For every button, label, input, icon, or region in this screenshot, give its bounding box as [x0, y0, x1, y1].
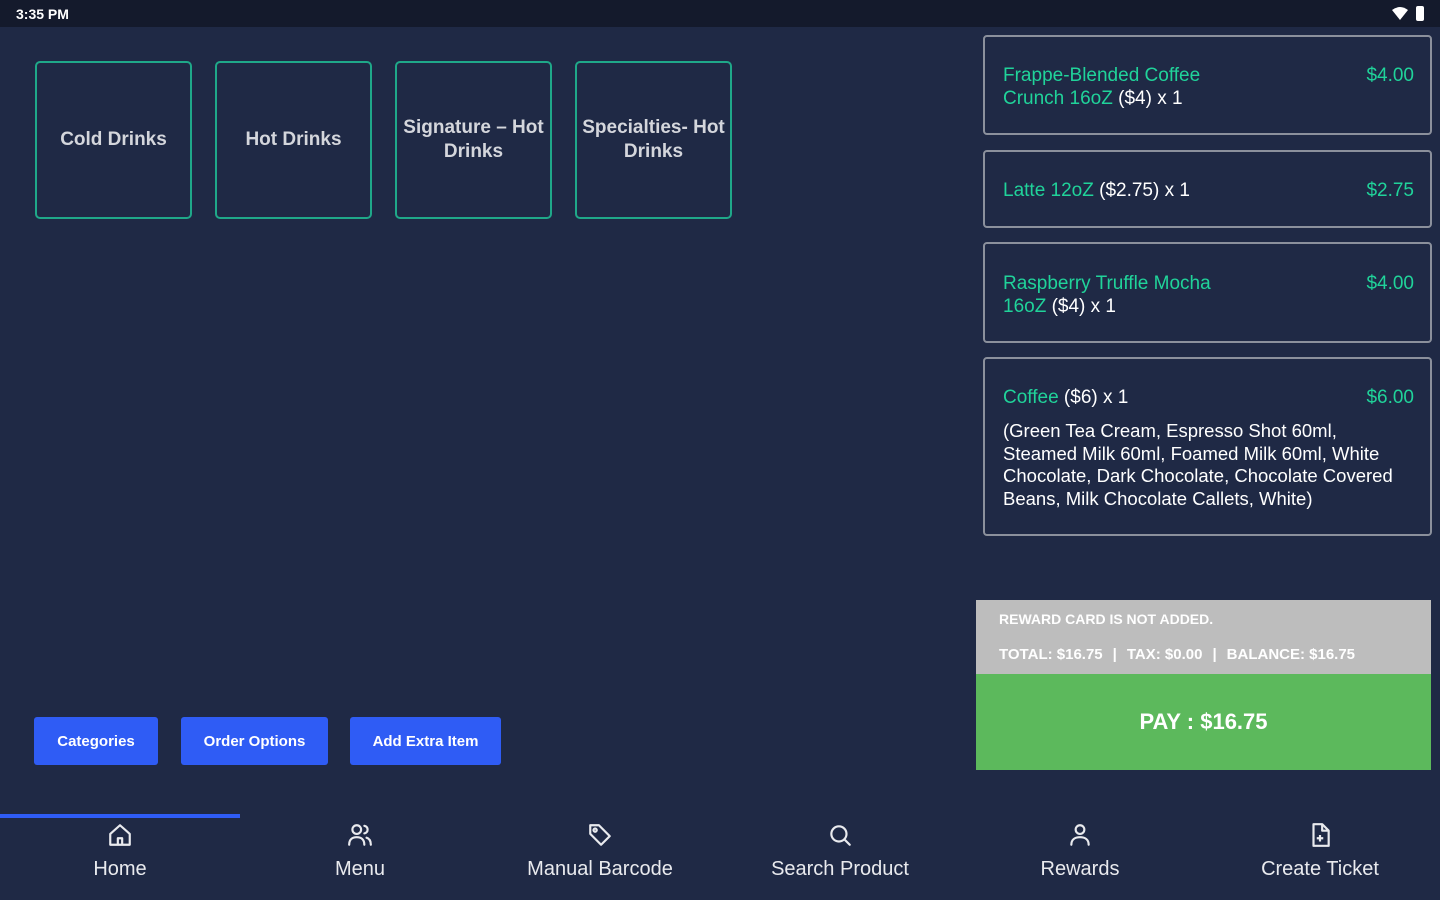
- order-item-price: $6.00: [1366, 387, 1414, 408]
- order-item-price: $2.75: [1366, 180, 1414, 201]
- nav-label: Search Product: [771, 858, 909, 880]
- add-extra-item-button[interactable]: Add Extra Item: [350, 717, 501, 765]
- order-item-title: Coffee ($6) x 1: [1003, 386, 1128, 409]
- nav-rewards[interactable]: Rewards: [960, 814, 1200, 900]
- category-cold-drinks[interactable]: Cold Drinks: [35, 61, 192, 219]
- order-item-qty: ($2.75) x 1: [1093, 180, 1190, 201]
- category-specialties-hot-drinks[interactable]: Specialties- Hot Drinks: [575, 61, 732, 219]
- nav-manual-barcode[interactable]: Manual Barcode: [480, 814, 720, 900]
- order-item-row: Frappe-Blended Coffee Crunch 16oZ ($4) x…: [1003, 64, 1414, 110]
- order-item-price: $4.00: [1366, 65, 1414, 86]
- category-hot-drinks[interactable]: Hot Drinks: [215, 61, 372, 219]
- nav-label: Home: [93, 858, 147, 880]
- order-item-row: Latte 12oZ ($2.75) x 1 $2.75: [1003, 179, 1414, 202]
- separator: |: [1112, 646, 1117, 663]
- order-options-button[interactable]: Order Options: [181, 717, 328, 765]
- category-signature-hot-drinks[interactable]: Signature – Hot Drinks: [395, 61, 552, 219]
- balance-amount: BALANCE: $16.75: [1226, 646, 1356, 663]
- category-label: Signature – Hot Drinks: [403, 117, 544, 162]
- category-label: Cold Drinks: [60, 129, 167, 150]
- order-item-name: Coffee: [1003, 387, 1059, 408]
- bottom-nav: Home Menu Manual Barcode Search Product …: [0, 814, 1440, 900]
- home-icon: [109, 824, 131, 846]
- status-time: 3:35 PM: [16, 5, 69, 22]
- order-item-card[interactable]: Frappe-Blended Coffee Crunch 16oZ ($4) x…: [983, 35, 1432, 135]
- file-icon: [1312, 823, 1330, 847]
- order-item-row: Coffee ($6) x 1 $6.00: [1003, 386, 1414, 409]
- nav-label: Menu: [334, 858, 386, 880]
- separator: |: [1212, 646, 1217, 663]
- reward-card-notice: REWARD CARD IS NOT ADDED.: [999, 611, 1214, 627]
- order-item-title: Raspberry Truffle Mocha 16oZ ($4) x 1: [1003, 272, 1233, 318]
- nav-active-indicator: [0, 814, 240, 818]
- category-label: Hot Drinks: [245, 129, 342, 150]
- nav-search-product[interactable]: Search Product: [720, 814, 960, 900]
- pay-button[interactable]: PAY : $16.75: [976, 674, 1431, 770]
- nav-create-ticket[interactable]: Create Ticket: [1200, 814, 1440, 900]
- order-item-title: Frappe-Blended Coffee Crunch 16oZ ($4) x…: [1003, 64, 1233, 110]
- search-icon: [830, 825, 851, 846]
- order-item-qty: ($6) x 1: [1058, 387, 1129, 408]
- order-item-qty: ($4) x 1: [1046, 296, 1117, 317]
- nav-label: Create Ticket: [1261, 858, 1379, 880]
- nav-menu[interactable]: Menu: [240, 814, 480, 900]
- order-item-card[interactable]: Coffee ($6) x 1 $6.00 (Green Tea Cream, …: [983, 357, 1432, 536]
- nav-home[interactable]: Home: [0, 814, 240, 900]
- order-item-card[interactable]: Raspberry Truffle Mocha 16oZ ($4) x 1 $4…: [983, 242, 1432, 343]
- status-bar: 3:35 PM: [0, 0, 1440, 27]
- order-item-qty: ($4) x 1: [1112, 88, 1183, 109]
- order-item-row: Raspberry Truffle Mocha 16oZ ($4) x 1 $4…: [1003, 272, 1414, 318]
- order-item-card[interactable]: Latte 12oZ ($2.75) x 1 $2.75: [983, 150, 1432, 228]
- users-icon: [348, 824, 372, 846]
- order-item-price: $4.00: [1366, 273, 1414, 294]
- battery-icon: [1416, 6, 1424, 21]
- status-icons: [1392, 6, 1424, 21]
- order-item-title: Latte 12oZ ($2.75) x 1: [1003, 179, 1190, 202]
- totals-line: TOTAL: $16.75 | TAX: $0.00 | BALANCE: $1…: [999, 646, 1355, 663]
- tag-icon: [589, 824, 611, 846]
- categories-button[interactable]: Categories: [34, 717, 158, 765]
- order-item-name: Latte 12oZ: [1003, 180, 1094, 201]
- user-icon: [1070, 824, 1090, 846]
- tax-amount: TAX: $0.00: [1126, 646, 1203, 663]
- category-label: Specialties- Hot Drinks: [582, 117, 725, 162]
- nav-label: Manual Barcode: [527, 858, 673, 880]
- order-summary: REWARD CARD IS NOT ADDED. TOTAL: $16.75 …: [976, 600, 1431, 674]
- total-amount: TOTAL: $16.75: [999, 646, 1103, 663]
- order-item-modifiers: (Green Tea Cream, Espresso Shot 60ml, St…: [1003, 420, 1393, 509]
- nav-label: Rewards: [1040, 858, 1120, 880]
- wifi-icon: [1392, 7, 1408, 20]
